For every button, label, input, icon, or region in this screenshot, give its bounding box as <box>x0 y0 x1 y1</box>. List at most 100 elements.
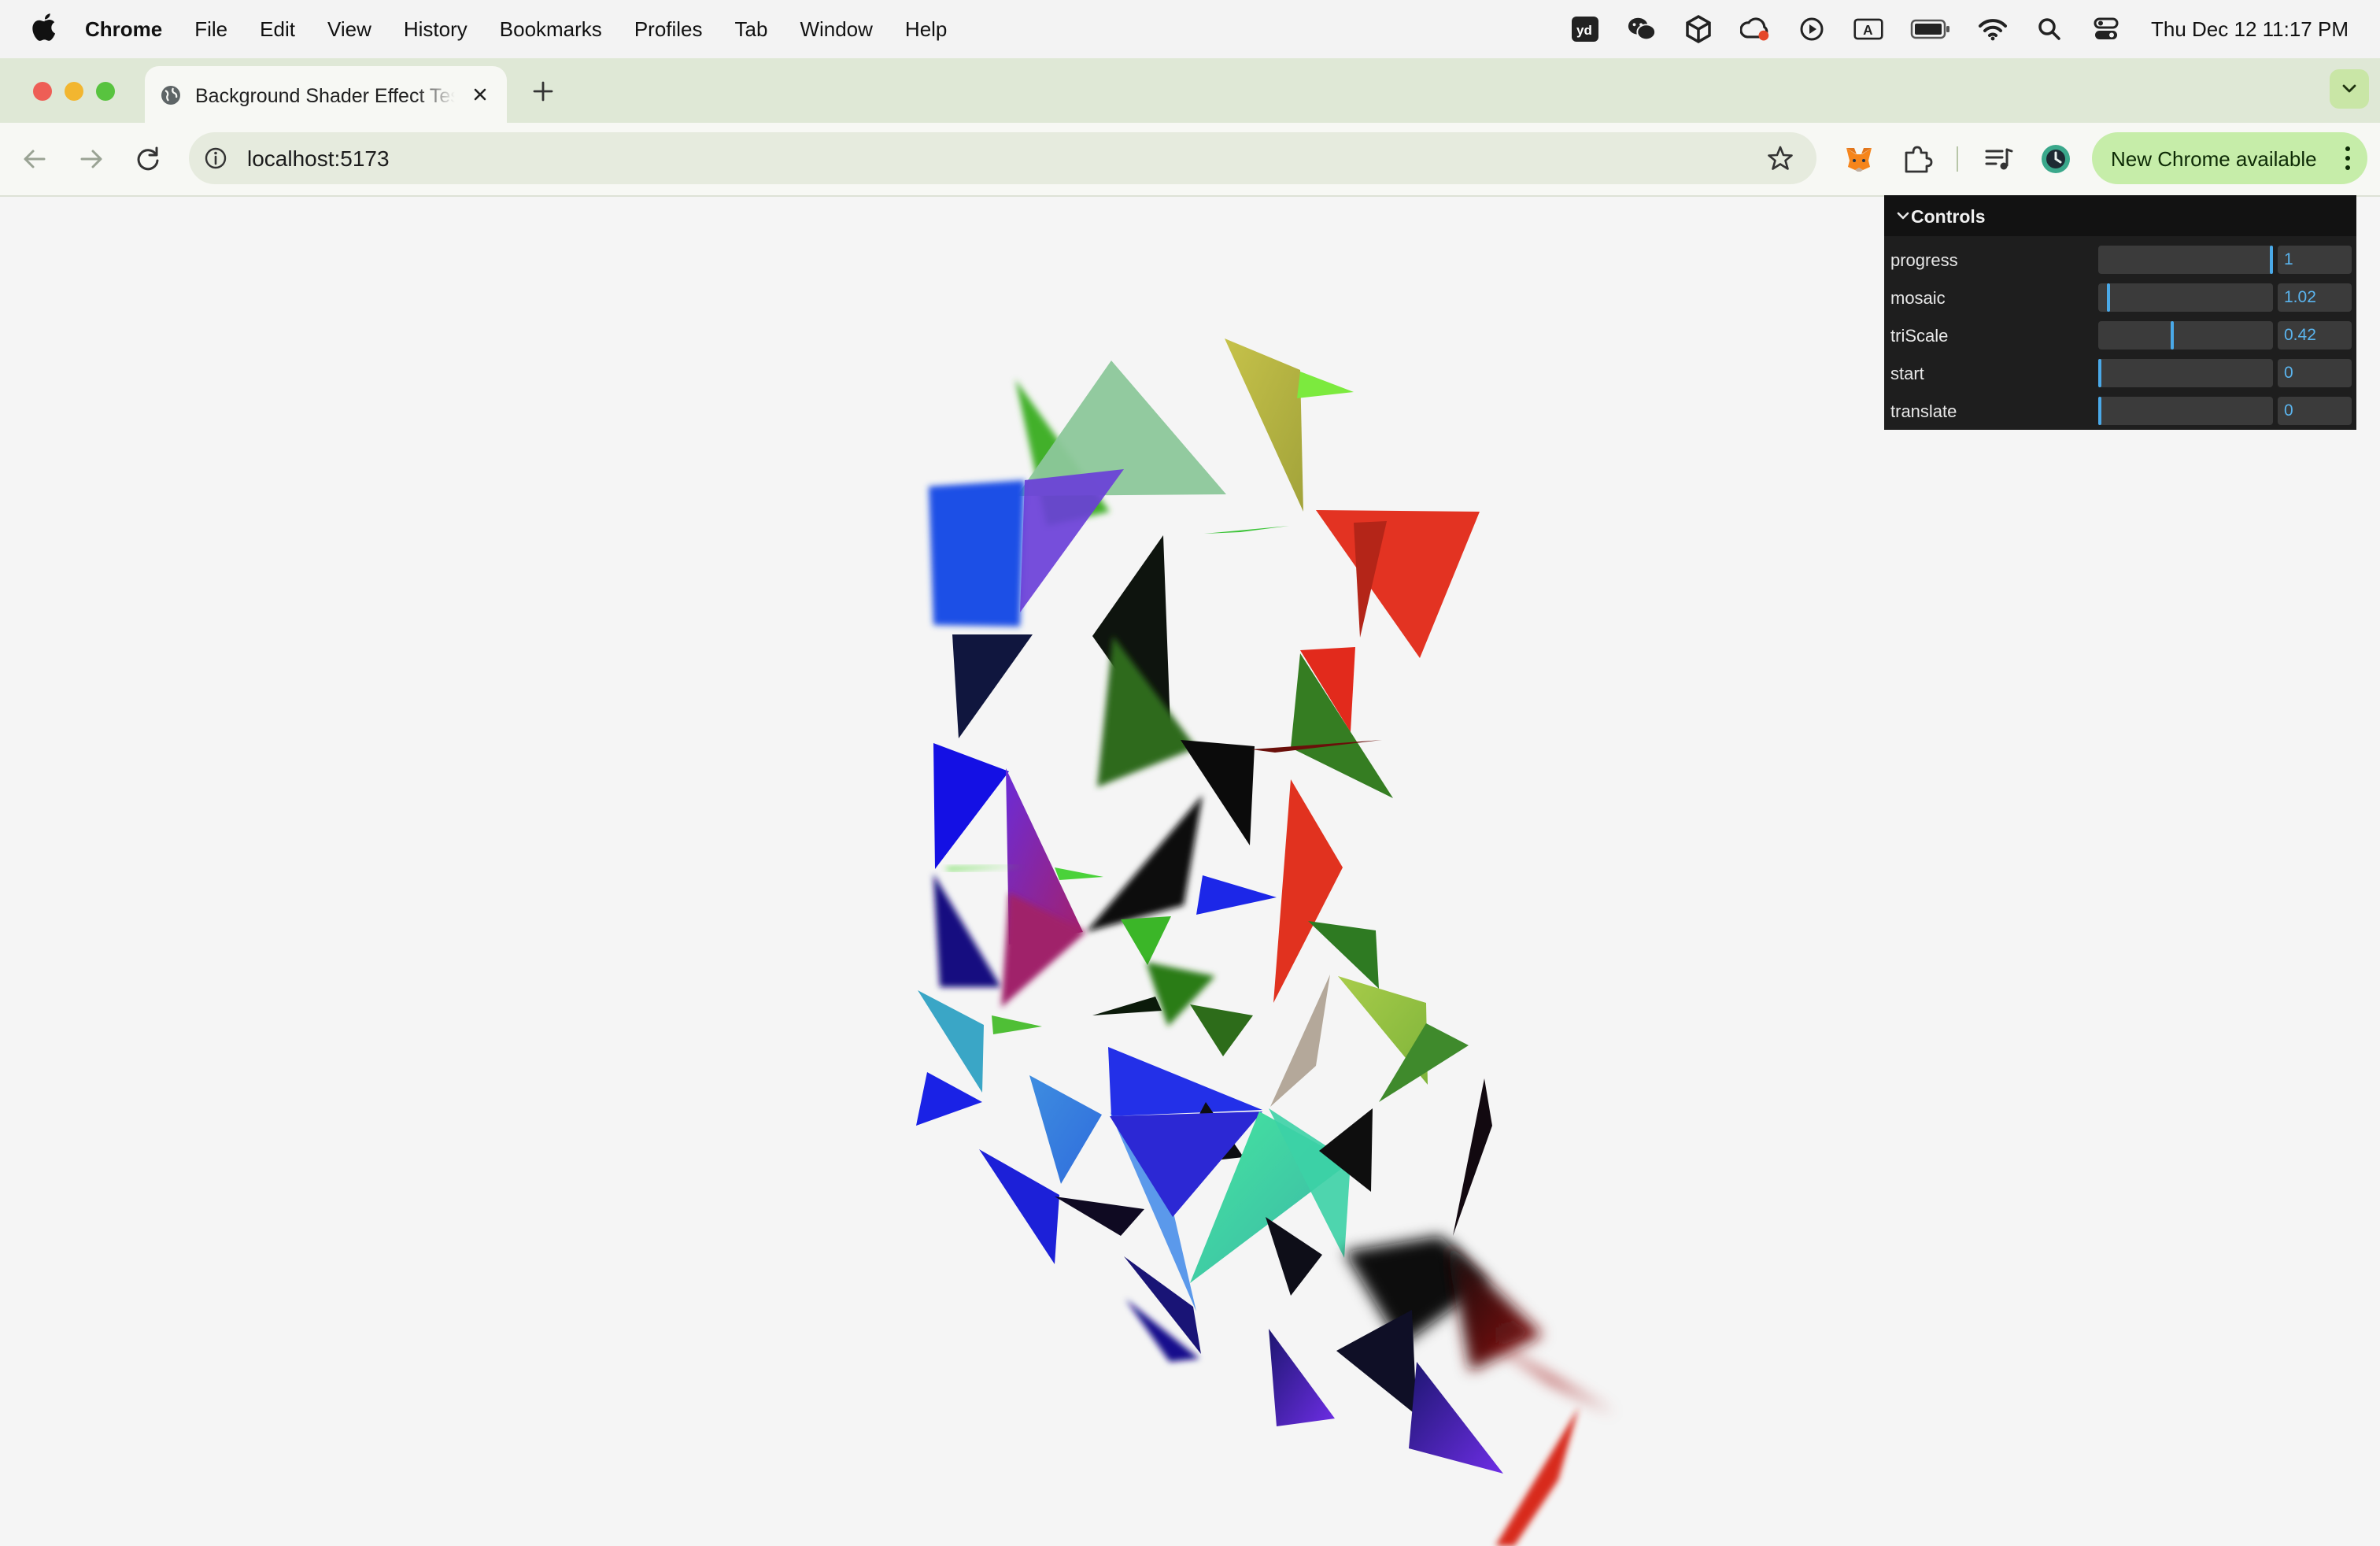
tab-strip: Background Shader Effect Test <box>0 58 2380 123</box>
url-text[interactable]: localhost:5173 <box>247 146 390 172</box>
value-input[interactable]: 0 <box>2278 397 2352 425</box>
triangle-shard <box>1270 975 1330 1107</box>
triangle-shard <box>1495 1407 1579 1546</box>
slider-knob[interactable] <box>2107 283 2110 312</box>
svg-text:A: A <box>1863 22 1873 38</box>
metamask-extension-icon[interactable] <box>1842 142 1876 176</box>
reload-icon[interactable] <box>131 142 165 176</box>
bookmark-star-icon[interactable] <box>1766 144 1794 172</box>
slider-track[interactable] <box>2098 246 2273 274</box>
slider-knob[interactable] <box>2171 321 2174 350</box>
triangle-shard <box>1409 1362 1503 1474</box>
slider-knob[interactable] <box>2270 246 2273 274</box>
battery-icon <box>1910 14 1951 44</box>
menu-history[interactable]: History <box>404 17 468 42</box>
new-tab-icon[interactable] <box>527 76 559 107</box>
menu-view[interactable]: View <box>327 17 371 42</box>
menu-tab[interactable]: Tab <box>735 17 768 42</box>
media-controls-icon[interactable] <box>1982 142 2016 176</box>
menu-bookmarks[interactable]: Bookmarks <box>500 17 602 42</box>
slider-knob[interactable] <box>2098 397 2101 425</box>
triangle-shard <box>1316 510 1480 658</box>
menu-profiles[interactable]: Profiles <box>634 17 703 42</box>
tab-title: Background Shader Effect Test <box>195 85 455 107</box>
tab-search-button[interactable] <box>2330 69 2369 109</box>
value-input[interactable]: 1.02 <box>2278 283 2352 312</box>
menu-app-name[interactable]: Chrome <box>85 17 162 42</box>
triangle-shard <box>952 634 1033 738</box>
play-icon[interactable] <box>1797 14 1827 44</box>
value-input[interactable]: 0 <box>2278 359 2352 387</box>
creative-cloud-icon[interactable] <box>1740 14 1770 44</box>
triangle-shard <box>916 1072 982 1126</box>
toolbar-separator <box>1957 146 1958 172</box>
control-label: start <box>1890 364 1924 383</box>
menu-window[interactable]: Window <box>800 17 872 42</box>
profile-avatar-icon[interactable] <box>2038 142 2073 176</box>
triangle-shard <box>1108 1047 1262 1116</box>
kebab-menu-icon[interactable] <box>2344 145 2352 172</box>
controls-title: Controls <box>1911 206 1986 227</box>
triangle-shard <box>933 874 1001 987</box>
wechat-icon[interactable] <box>1627 14 1657 44</box>
slider-track[interactable] <box>2098 321 2273 350</box>
chevron-down-icon <box>1897 212 1909 220</box>
triangle-shard <box>1336 1310 1417 1415</box>
globe-icon <box>161 86 180 105</box>
triangle-shard <box>1055 867 1103 880</box>
triangle-shard <box>1121 916 1171 965</box>
triangle-shard <box>1225 338 1303 512</box>
control-row-progress: progress 1 <box>1884 241 2356 279</box>
slider-track[interactable] <box>2098 283 2273 312</box>
control-center-icon[interactable] <box>2091 14 2121 44</box>
triangle-shard <box>992 1015 1042 1034</box>
triangle-shard <box>933 743 1009 869</box>
window-zoom-button[interactable] <box>96 82 115 101</box>
unity-icon[interactable] <box>1683 14 1713 44</box>
menu-edit[interactable]: Edit <box>260 17 295 42</box>
browser-toolbar: localhost:5173 New Chrome available <box>0 123 2380 197</box>
control-label: progress <box>1890 250 1958 270</box>
site-info-icon[interactable] <box>203 146 228 171</box>
controls-header[interactable]: Controls <box>1884 195 2356 236</box>
tab-active[interactable]: Background Shader Effect Test <box>145 66 507 123</box>
triangle-shard <box>929 480 1025 627</box>
menu-file[interactable]: File <box>194 17 227 42</box>
chevron-down-icon <box>2342 84 2356 93</box>
value-input[interactable]: 0.42 <box>2278 321 2352 350</box>
extensions-puzzle-icon[interactable] <box>1900 142 1935 176</box>
back-arrow-icon[interactable] <box>17 142 52 176</box>
menubar-clock[interactable]: Thu Dec 12 11:17 PM <box>2151 17 2349 42</box>
youdao-icon[interactable]: yd <box>1570 14 1600 44</box>
control-row-triscale: triScale 0.42 <box>1884 316 2356 354</box>
wifi-icon[interactable] <box>1978 14 2008 44</box>
window-minimize-button[interactable] <box>65 82 83 101</box>
spotlight-icon[interactable] <box>2034 14 2064 44</box>
triangle-shard <box>1297 372 1354 398</box>
menu-help[interactable]: Help <box>905 17 947 42</box>
svg-text:yd: yd <box>1576 23 1592 38</box>
triangle-shard <box>979 1149 1059 1264</box>
input-source-icon[interactable]: A <box>1853 14 1883 44</box>
window-close-button[interactable] <box>33 82 52 101</box>
triangle-shard <box>1055 1196 1144 1236</box>
address-bar[interactable]: localhost:5173 <box>189 132 1816 184</box>
triangle-shard <box>1190 1004 1253 1056</box>
apple-logo-icon[interactable] <box>31 13 57 44</box>
triangle-shard <box>1269 1329 1335 1426</box>
triangle-shard <box>1204 526 1289 534</box>
triangle-shard <box>1196 875 1277 915</box>
triangle-shard <box>1453 1078 1492 1236</box>
forward-arrow-icon[interactable] <box>74 142 109 176</box>
new-chrome-available-button[interactable]: New Chrome available <box>2092 132 2367 184</box>
triangle-shard <box>1266 1217 1322 1296</box>
controls-panel: Controls progress 1 mosaic 1.02 triScale… <box>1884 195 2356 430</box>
slider-track[interactable] <box>2098 397 2273 425</box>
slider-knob[interactable] <box>2098 359 2101 387</box>
control-row-translate: translate 0 <box>1884 392 2356 430</box>
slider-track[interactable] <box>2098 359 2273 387</box>
close-tab-icon[interactable] <box>468 82 493 107</box>
value-input[interactable]: 1 <box>2278 246 2352 274</box>
control-label: mosaic <box>1890 288 1946 308</box>
control-label: triScale <box>1890 326 1949 346</box>
